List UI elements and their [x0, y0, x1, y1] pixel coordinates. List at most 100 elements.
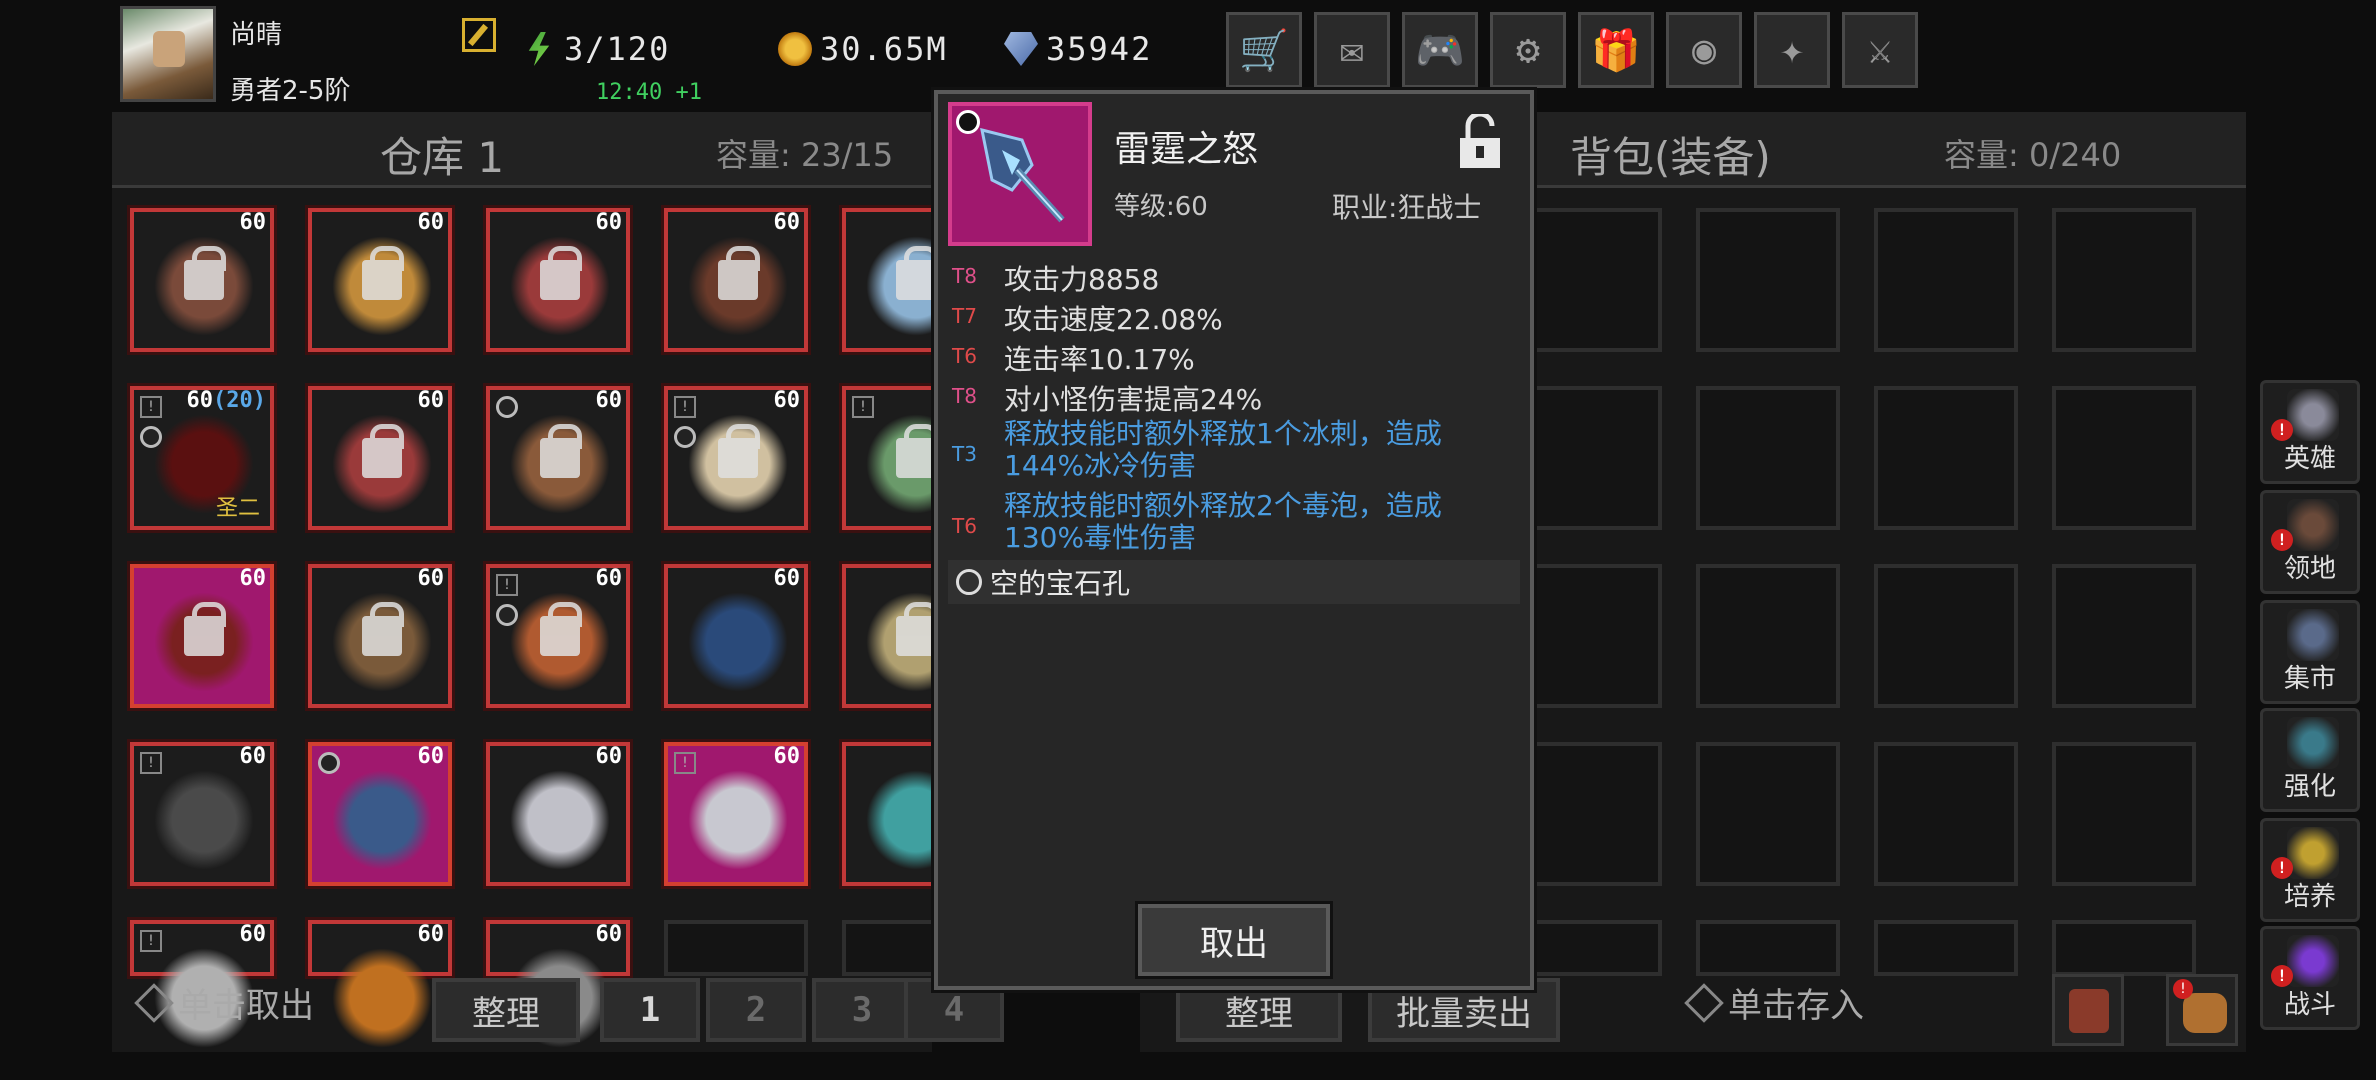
item-level-badge: 60	[774, 566, 801, 591]
bag-empty-slot[interactable]	[1874, 208, 2018, 352]
bag-empty-slot[interactable]	[1696, 386, 1840, 530]
item-attribute-row: T8 攻击力8858	[952, 258, 1512, 298]
castle-icon	[2287, 499, 2339, 551]
item-enhance-value: (20)	[213, 388, 266, 413]
take-out-button[interactable]: 取出	[1135, 901, 1333, 979]
warehouse-item-slot[interactable]: 60!	[661, 383, 811, 533]
sidebar-market-button[interactable]: 集市	[2260, 600, 2360, 704]
settings-button[interactable]: ⚙	[1490, 12, 1566, 88]
lock-icon	[362, 246, 404, 300]
bag-empty-slot[interactable]	[1874, 564, 2018, 708]
bag-empty-slot[interactable]	[2052, 742, 2196, 886]
empty-socket-icon	[956, 569, 982, 595]
warehouse-page-2[interactable]: 2	[706, 978, 806, 1042]
attribute-tier: T8	[952, 384, 977, 408]
unlock-icon[interactable]	[1458, 114, 1502, 170]
new-mark-icon: !	[140, 930, 162, 952]
item-level-value: 60	[239, 744, 267, 769]
warehouse-item-slot[interactable]: 60!	[127, 739, 277, 889]
warehouse-sort-button[interactable]: 整理	[432, 978, 580, 1042]
armor-icon	[2069, 989, 2109, 1033]
bag-empty-slot[interactable]	[1518, 386, 1662, 530]
warehouse-item-slot[interactable]: 60	[483, 205, 633, 355]
equipment-icon	[688, 592, 788, 692]
bag-empty-slot[interactable]	[1696, 742, 1840, 886]
bag-empty-slot[interactable]	[1696, 564, 1840, 708]
sidebar-label: 培养	[2283, 882, 2336, 912]
warehouse-item-slot[interactable]: 60	[305, 739, 455, 889]
item-level-badge: 60	[596, 922, 623, 947]
sidebar-crystal-button[interactable]: 强化	[2260, 708, 2360, 812]
bag-empty-slot[interactable]	[1518, 564, 1662, 708]
bag-empty-slot[interactable]	[1518, 742, 1662, 886]
bag-filter-button[interactable]: !	[2166, 974, 2238, 1046]
warehouse-item-slot[interactable]: 60!	[661, 739, 811, 889]
lock-icon	[896, 424, 938, 478]
player-name: 尚晴	[230, 20, 283, 50]
warehouse-page-1[interactable]: 1	[600, 978, 700, 1042]
gem-stat[interactable]: 35942	[1004, 26, 1152, 72]
sidebar-label: 战斗	[2283, 990, 2336, 1020]
player-avatar[interactable]	[120, 6, 216, 102]
sidebar-castle-button[interactable]: ! 领地	[2260, 490, 2360, 594]
item-level-badge: 60	[418, 388, 445, 413]
mail-button[interactable]: ✉	[1314, 12, 1390, 88]
gold-stat[interactable]: 30.65M	[778, 26, 948, 72]
sidebar-helmet-button[interactable]: ! 英雄	[2260, 380, 2360, 484]
bag-empty-slot[interactable]	[2052, 208, 2196, 352]
bag-empty-slot[interactable]	[1696, 208, 1840, 352]
warehouse-item-slot[interactable]: 60	[127, 561, 277, 711]
warehouse-item-slot[interactable]: 60	[305, 917, 455, 1048]
battle-button[interactable]: ⚔	[1842, 12, 1918, 88]
color-wheel-button[interactable]: ◉	[1666, 12, 1742, 88]
attribute-text: 释放技能时额外释放1个冰刺，造成144%冰冷伤害	[1004, 417, 1442, 482]
warehouse-item-slot[interactable]: 60	[483, 917, 633, 1048]
warehouse-item-slot[interactable]: 60(20)! 圣二	[127, 383, 277, 533]
item-level-value: 60	[417, 922, 445, 947]
edit-icon[interactable]	[462, 18, 496, 52]
firework-icon: ✦	[1779, 27, 1805, 73]
bag-empty-slot[interactable]	[1874, 386, 2018, 530]
warehouse-item-slot[interactable]: 60	[661, 561, 811, 711]
gift-button[interactable]: 🎁	[1578, 12, 1654, 88]
bag-empty-slot[interactable]	[1696, 920, 1840, 976]
warehouse-item-slot[interactable]: 60	[305, 383, 455, 533]
new-mark-icon: !	[852, 396, 874, 418]
warehouse-item-slot[interactable]: 60	[483, 383, 633, 533]
armor-filter-button[interactable]	[2052, 974, 2124, 1046]
sidebar-label: 强化	[2283, 772, 2336, 802]
bag-empty-slot[interactable]	[2052, 386, 2196, 530]
sidebar-grail-button[interactable]: ! 培养	[2260, 818, 2360, 922]
warehouse-item-slot[interactable]: 60	[661, 205, 811, 355]
lock-icon	[184, 602, 226, 656]
bag-empty-slot[interactable]	[1518, 208, 1662, 352]
item-level-value: 60	[417, 744, 445, 769]
sidebar-portal-button[interactable]: ! 战斗	[2260, 926, 2360, 1030]
shop-cart-button[interactable]: 🛒	[1226, 12, 1302, 88]
gem-slot-icon	[140, 426, 162, 448]
warehouse-empty-slot[interactable]	[664, 920, 808, 976]
warehouse-item-slot[interactable]: 60	[127, 205, 277, 355]
bag-empty-slot[interactable]	[2052, 920, 2196, 976]
gift-icon: 🎁	[1591, 27, 1641, 74]
warehouse-item-slot[interactable]: 60	[305, 205, 455, 355]
warehouse-item-slot[interactable]: 60	[305, 561, 455, 711]
attribute-tier: T3	[952, 442, 977, 466]
bag-empty-slot[interactable]	[1518, 920, 1662, 976]
firework-button[interactable]: ✦	[1754, 12, 1830, 88]
warehouse-page-3[interactable]: 3	[812, 978, 912, 1042]
market-icon	[2287, 609, 2339, 661]
equipment-icon	[688, 770, 788, 870]
bag-empty-slot[interactable]	[2052, 564, 2196, 708]
bag-empty-slot[interactable]	[1874, 742, 2018, 886]
warehouse-item-slot[interactable]: 60!	[483, 561, 633, 711]
attribute-text: 对小怪伤害提高24%	[1004, 383, 1263, 416]
lock-icon	[718, 246, 760, 300]
gamepad-button[interactable]: 🎮	[1402, 12, 1478, 88]
grail-icon	[2287, 827, 2339, 879]
warehouse-item-slot[interactable]: 60	[483, 739, 633, 889]
warehouse-item-slot[interactable]: 60!	[127, 917, 277, 1048]
energy-stat[interactable]: 3/120	[522, 26, 670, 72]
lock-icon	[896, 246, 938, 300]
bag-empty-slot[interactable]	[1874, 920, 2018, 976]
